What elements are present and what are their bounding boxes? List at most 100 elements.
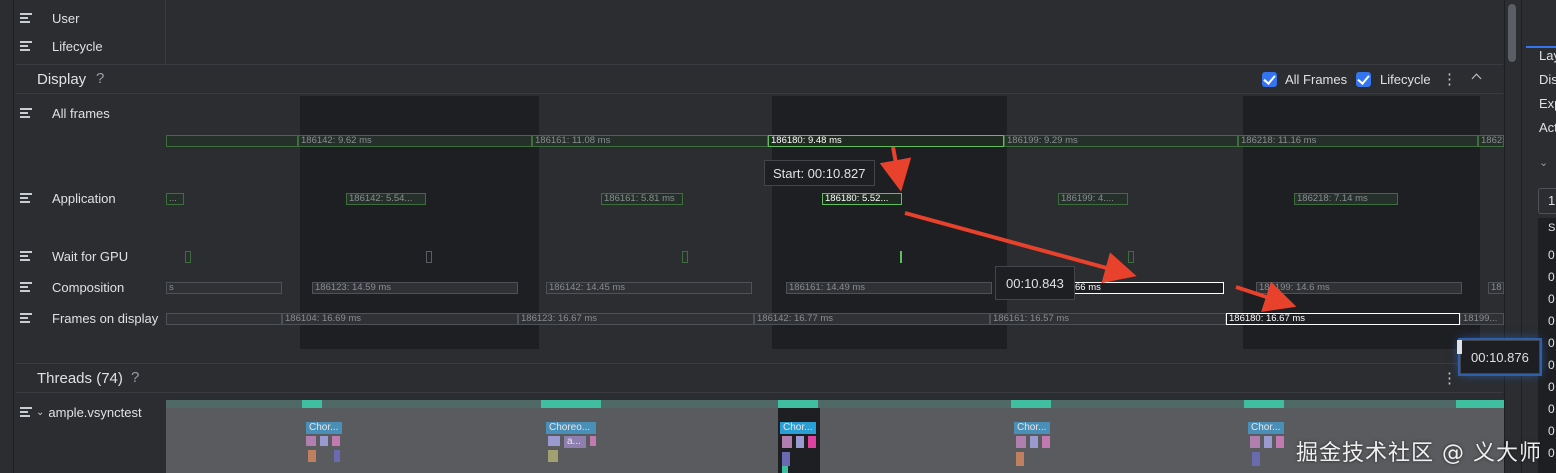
track-options-icon[interactable] bbox=[20, 107, 34, 119]
slice[interactable] bbox=[590, 436, 596, 446]
table-cell[interactable]: 0 bbox=[1548, 248, 1555, 262]
slice-label[interactable]: Chor... bbox=[306, 422, 342, 434]
threads-section-header[interactable]: Threads (74) ? ⋮ bbox=[16, 363, 1503, 393]
more-options-icon[interactable]: ⋮ bbox=[1442, 369, 1457, 387]
all-frames-checkbox[interactable] bbox=[1262, 72, 1277, 87]
slice[interactable] bbox=[320, 436, 328, 446]
slice[interactable] bbox=[1264, 436, 1272, 448]
track-user[interactable]: User bbox=[16, 8, 166, 28]
gpu-wait-marker[interactable] bbox=[1128, 251, 1134, 263]
track-options-icon[interactable] bbox=[20, 312, 34, 324]
track-lifecycle[interactable]: Lifecycle bbox=[16, 36, 166, 56]
frame-bar-selected[interactable]: 186180: 5.52... bbox=[822, 193, 902, 205]
slice[interactable] bbox=[1252, 452, 1260, 466]
frame-bar[interactable]: 186142: 14.45 ms bbox=[546, 282, 752, 294]
track-application[interactable]: Application bbox=[16, 188, 166, 208]
frame-bar[interactable]: ... bbox=[166, 193, 184, 205]
slice[interactable] bbox=[1042, 436, 1050, 448]
table-cell[interactable]: 0 bbox=[1548, 292, 1555, 306]
more-options-icon[interactable]: ⋮ bbox=[1442, 70, 1457, 88]
frame-bar[interactable]: 186218: 11.16 ms bbox=[1238, 135, 1478, 147]
frame-bar[interactable] bbox=[166, 313, 282, 325]
frame-bar[interactable]: 186161: 5.81 ms bbox=[601, 193, 683, 205]
slice[interactable] bbox=[1276, 436, 1284, 448]
frame-bar[interactable]: 186142: 5.54... bbox=[346, 193, 426, 205]
slice-label[interactable]: Chor... bbox=[1014, 422, 1050, 434]
track-options-icon[interactable] bbox=[20, 281, 34, 293]
slice[interactable] bbox=[308, 450, 316, 462]
frame-bar[interactable]: 186142: 16.77 ms bbox=[754, 313, 990, 325]
frame-bar[interactable]: 18199... bbox=[1460, 313, 1504, 325]
track-options-icon[interactable] bbox=[20, 192, 34, 204]
frame-bar-selected[interactable]: 66 ms bbox=[1072, 282, 1224, 294]
gpu-wait-marker[interactable] bbox=[900, 251, 902, 263]
slice[interactable] bbox=[782, 436, 792, 448]
scrollbar-thumb[interactable] bbox=[1508, 4, 1516, 62]
frame-bar[interactable]: 186123: 16.67 ms bbox=[518, 313, 754, 325]
all-frames-label[interactable]: All Frames bbox=[1285, 72, 1347, 87]
frame-bar[interactable]: 186123: 14.59 ms bbox=[312, 282, 518, 294]
panel-item[interactable]: Lay bbox=[1539, 48, 1556, 63]
slice[interactable] bbox=[1030, 436, 1038, 448]
track-options-icon[interactable] bbox=[20, 250, 34, 262]
process-track[interactable]: ⌄ ample.vsynctest bbox=[16, 402, 166, 422]
display-section-header[interactable]: Display ? All Frames Lifecycle ⋮ bbox=[16, 64, 1503, 94]
track-options-icon[interactable] bbox=[20, 406, 34, 418]
chevron-down-icon[interactable]: ⌄ bbox=[1539, 156, 1548, 169]
frame-bar[interactable]: 18623 bbox=[1478, 135, 1504, 147]
help-icon[interactable]: ? bbox=[131, 369, 139, 386]
slice[interactable] bbox=[306, 436, 316, 446]
table-cell[interactable]: 0 bbox=[1548, 314, 1555, 328]
collapse-icon[interactable] bbox=[1471, 71, 1481, 81]
frame-bar[interactable]: 186199: 9.29 ms bbox=[1004, 135, 1238, 147]
lifecycle-label[interactable]: Lifecycle bbox=[1380, 72, 1431, 87]
track-composition[interactable]: Composition bbox=[16, 277, 166, 297]
frame-bar[interactable]: 186199: 4.... bbox=[1058, 193, 1128, 205]
frame-bar[interactable]: 186199: 14.6 ms bbox=[1256, 282, 1462, 294]
slice-label[interactable]: Chor... bbox=[780, 422, 816, 434]
slice-label[interactable]: Choreo... bbox=[546, 422, 596, 434]
display-timeline[interactable]: 186142: 9.62 ms 186161: 11.08 ms 186180:… bbox=[166, 96, 1504, 361]
track-options-icon[interactable] bbox=[20, 12, 34, 24]
frame-bar[interactable]: 186161: 14.49 ms bbox=[786, 282, 992, 294]
slice[interactable] bbox=[334, 450, 340, 462]
table-cell[interactable]: 0 bbox=[1548, 402, 1555, 416]
help-icon[interactable]: ? bbox=[96, 70, 104, 87]
track-frames-on-display[interactable]: Frames on display bbox=[16, 308, 166, 328]
table-cell[interactable]: 0 bbox=[1548, 336, 1555, 350]
gpu-wait-marker[interactable] bbox=[426, 251, 432, 263]
panel-item[interactable]: Dis bbox=[1539, 72, 1556, 87]
gpu-wait-marker[interactable] bbox=[185, 251, 191, 263]
slice[interactable] bbox=[1016, 452, 1024, 466]
gpu-wait-marker[interactable] bbox=[682, 251, 688, 263]
vertical-scrollbar[interactable] bbox=[1504, 0, 1521, 473]
slice[interactable] bbox=[1016, 436, 1026, 448]
value-field[interactable]: 1 bbox=[1538, 188, 1556, 214]
frame-bar[interactable] bbox=[166, 135, 298, 147]
chevron-down-icon[interactable]: ⌄ bbox=[36, 407, 44, 418]
frame-bar[interactable]: s bbox=[166, 282, 282, 294]
track-wait-for-gpu[interactable]: Wait for GPU bbox=[16, 246, 166, 266]
frame-bar[interactable]: 186161: 11.08 ms bbox=[532, 135, 768, 147]
frame-bar[interactable]: 186218: 7.14 ms bbox=[1294, 193, 1398, 205]
table-cell[interactable]: 0 bbox=[1548, 358, 1555, 372]
slice[interactable] bbox=[548, 450, 558, 462]
table-cell[interactable]: 0 bbox=[1548, 270, 1555, 284]
table-cell[interactable]: 0 bbox=[1548, 424, 1555, 438]
panel-item[interactable]: Act bbox=[1539, 120, 1556, 135]
track-all-frames[interactable]: All frames bbox=[16, 103, 166, 123]
slice[interactable] bbox=[332, 436, 340, 446]
frame-bar-selected[interactable]: 186180: 16.67 ms bbox=[1226, 313, 1460, 325]
panel-item[interactable]: Exp bbox=[1539, 96, 1556, 111]
slice-label[interactable]: a... bbox=[564, 436, 586, 448]
slice[interactable] bbox=[796, 436, 804, 448]
frame-bar[interactable]: 18 bbox=[1488, 282, 1504, 294]
slice[interactable] bbox=[548, 436, 560, 446]
table-cell[interactable]: 0 bbox=[1548, 446, 1555, 460]
slice[interactable] bbox=[782, 466, 788, 473]
frame-bar[interactable]: 186104: 16.69 ms bbox=[282, 313, 518, 325]
lifecycle-checkbox[interactable] bbox=[1356, 72, 1371, 87]
frame-bar-selected[interactable]: 186180: 9.48 ms bbox=[768, 135, 1004, 147]
table-cell[interactable]: 0 bbox=[1548, 380, 1555, 394]
frame-bar[interactable]: 186161: 16.57 ms bbox=[990, 313, 1226, 325]
